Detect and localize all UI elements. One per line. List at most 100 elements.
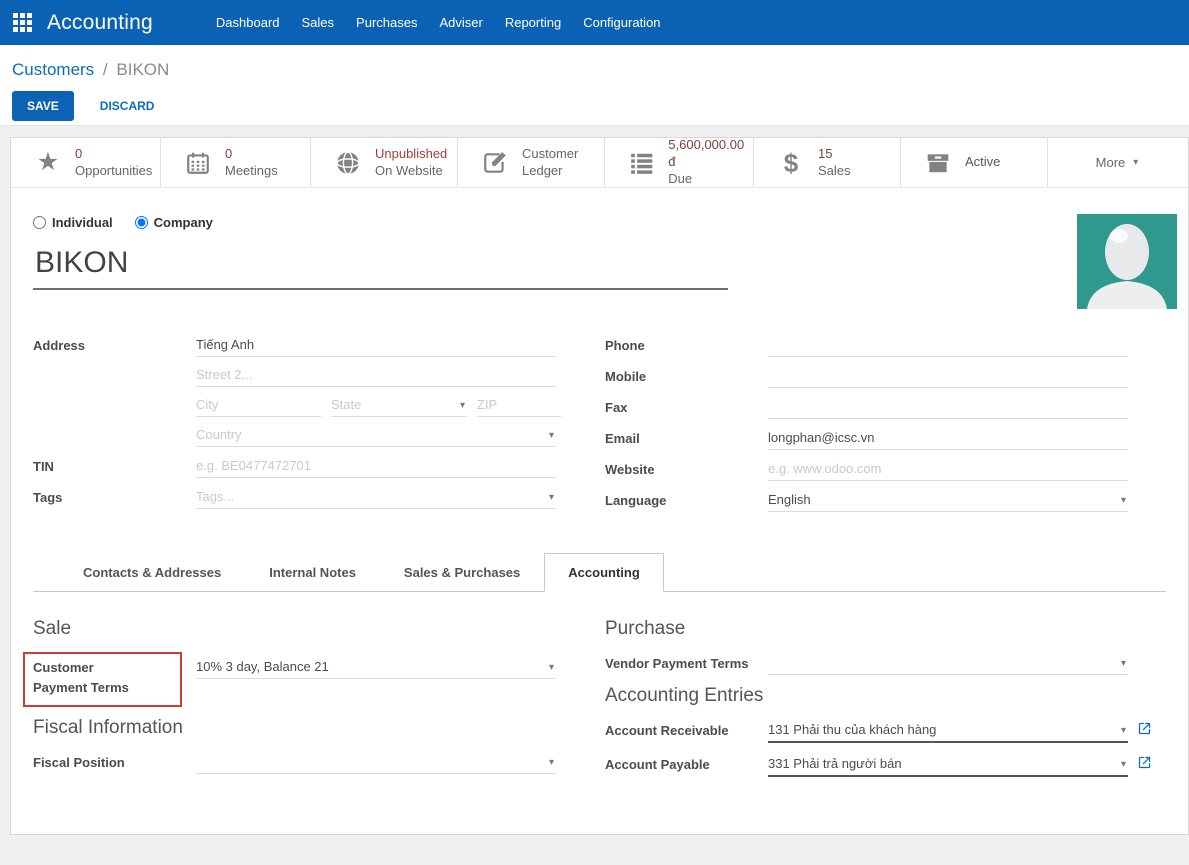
stat-button-sales[interactable]: $ 15 Sales xyxy=(754,138,901,187)
fiscal-position-label: Fiscal Position xyxy=(33,751,196,770)
edit-icon xyxy=(480,150,510,176)
top-nav-bar: Accounting Dashboard Sales Purchases Adv… xyxy=(0,0,1189,45)
website-label: Website xyxy=(605,458,768,477)
tab-sales-purchases[interactable]: Sales & Purchases xyxy=(380,553,544,592)
tags-input[interactable] xyxy=(196,486,547,508)
menu-purchases[interactable]: Purchases xyxy=(345,1,428,44)
radio-company[interactable]: Company xyxy=(135,215,213,230)
language-input[interactable] xyxy=(768,489,1119,511)
vendor-payment-terms-dropdown-icon[interactable]: ▾ xyxy=(1119,658,1128,669)
stat-button-row: ★ 0 Opportunities 0 Meetings xyxy=(11,138,1188,188)
stat-button-customer-ledger[interactable]: Customer Ledger xyxy=(458,138,605,187)
address-label: Address xyxy=(33,334,196,353)
stat-button-due[interactable]: 5,600,000.00 đ Due xyxy=(605,138,754,187)
website-input[interactable] xyxy=(768,458,1128,480)
account-payable-external-link-icon[interactable] xyxy=(1137,755,1152,775)
fiscal-position-dropdown-icon[interactable]: ▾ xyxy=(547,757,556,768)
meetings-count: 0 xyxy=(225,146,278,163)
account-payable-input[interactable] xyxy=(768,753,1119,775)
company-radio[interactable] xyxy=(135,216,148,229)
tab-contacts-addresses[interactable]: Contacts & Addresses xyxy=(59,553,245,592)
tin-input[interactable] xyxy=(196,455,556,477)
menu-reporting[interactable]: Reporting xyxy=(494,1,572,44)
breadcrumb: Customers / BIKON xyxy=(12,60,1189,80)
language-dropdown-icon[interactable]: ▾ xyxy=(1119,495,1128,506)
breadcrumb-current: BIKON xyxy=(116,60,169,79)
customer-payment-terms-label: Customer Payment Terms xyxy=(33,658,146,698)
street-input[interactable] xyxy=(196,334,556,356)
customer-payment-terms-input[interactable] xyxy=(196,656,547,678)
breadcrumb-customers-link[interactable]: Customers xyxy=(12,60,94,79)
notebook-tabs: Contacts & Addresses Internal Notes Sale… xyxy=(33,552,1166,592)
mobile-label: Mobile xyxy=(605,365,768,384)
sales-count: 15 xyxy=(818,146,851,163)
form-sheet: ★ 0 Opportunities 0 Meetings xyxy=(10,137,1189,835)
city-input[interactable] xyxy=(196,394,321,416)
tags-dropdown-icon[interactable]: ▾ xyxy=(547,492,556,503)
tab-internal-notes[interactable]: Internal Notes xyxy=(245,553,380,592)
dollar-icon: $ xyxy=(776,150,806,176)
country-dropdown-icon[interactable]: ▾ xyxy=(547,430,556,441)
more-button[interactable]: More ▾ xyxy=(1048,138,1188,187)
language-label: Language xyxy=(605,489,768,508)
avatar[interactable] xyxy=(1077,214,1177,309)
state-input[interactable] xyxy=(331,394,458,416)
stat-button-opportunities[interactable]: ★ 0 Opportunities xyxy=(11,138,161,187)
company-type-selector: Individual Company xyxy=(33,215,1166,230)
phone-label: Phone xyxy=(605,334,768,353)
menu-configuration[interactable]: Configuration xyxy=(572,1,671,44)
stat-button-active[interactable]: Active xyxy=(901,138,1048,187)
website-status: Unpublished xyxy=(375,146,447,163)
menu-adviser[interactable]: Adviser xyxy=(428,1,493,44)
partner-name-input[interactable] xyxy=(33,246,728,290)
customer-payment-terms-dropdown-icon[interactable]: ▾ xyxy=(547,662,556,673)
active-status: Active xyxy=(965,154,1000,171)
radio-individual[interactable]: Individual xyxy=(33,215,113,230)
opportunities-count: 0 xyxy=(75,146,152,163)
vendor-payment-terms-input[interactable] xyxy=(768,652,1119,674)
account-receivable-label: Account Receivable xyxy=(605,719,768,738)
discard-button[interactable]: DISCARD xyxy=(94,98,161,114)
fax-input[interactable] xyxy=(768,396,1128,418)
phone-input[interactable] xyxy=(768,334,1128,356)
star-icon: ★ xyxy=(33,150,63,175)
fax-label: Fax xyxy=(605,396,768,415)
purchase-section-heading: Purchase xyxy=(605,618,1166,640)
email-label: Email xyxy=(605,427,768,446)
fiscal-position-input[interactable] xyxy=(196,751,547,773)
menu-sales[interactable]: Sales xyxy=(291,1,346,44)
stat-button-website[interactable]: Unpublished On Website xyxy=(311,138,458,187)
apps-menu-icon[interactable] xyxy=(13,13,32,32)
breadcrumb-separator: / xyxy=(99,60,112,79)
main-menu: Dashboard Sales Purchases Adviser Report… xyxy=(205,1,672,44)
globe-icon xyxy=(333,150,363,176)
accounting-entries-heading: Accounting Entries xyxy=(605,685,1166,707)
vendor-payment-terms-label: Vendor Payment Terms xyxy=(605,652,768,671)
control-panel: Customers / BIKON SAVE DISCARD xyxy=(0,45,1189,125)
account-receivable-dropdown-icon[interactable]: ▾ xyxy=(1119,725,1128,736)
country-input[interactable] xyxy=(196,424,547,446)
state-dropdown-icon[interactable]: ▾ xyxy=(458,400,467,411)
stat-button-meetings[interactable]: 0 Meetings xyxy=(161,138,311,187)
account-payable-label: Account Payable xyxy=(605,753,768,772)
save-button[interactable]: SAVE xyxy=(12,91,74,121)
app-name[interactable]: Accounting xyxy=(47,11,153,35)
account-receivable-input[interactable] xyxy=(768,719,1119,741)
account-receivable-external-link-icon[interactable] xyxy=(1137,721,1152,741)
individual-radio[interactable] xyxy=(33,216,46,229)
zip-input[interactable] xyxy=(477,394,561,416)
customer-payment-terms-highlight: Customer Payment Terms xyxy=(23,652,182,707)
tags-label: Tags xyxy=(33,486,196,505)
account-payable-dropdown-icon[interactable]: ▾ xyxy=(1119,759,1128,770)
calendar-icon xyxy=(183,150,213,176)
fiscal-information-heading: Fiscal Information xyxy=(33,717,605,739)
sale-section-heading: Sale xyxy=(33,618,605,640)
email-input[interactable] xyxy=(768,427,1128,449)
menu-dashboard[interactable]: Dashboard xyxy=(205,1,291,44)
tab-accounting[interactable]: Accounting xyxy=(544,553,664,592)
tin-label: TIN xyxy=(33,455,196,474)
chevron-down-icon: ▾ xyxy=(1131,157,1140,168)
list-icon xyxy=(627,150,656,176)
mobile-input[interactable] xyxy=(768,365,1128,387)
street2-input[interactable] xyxy=(196,364,556,386)
